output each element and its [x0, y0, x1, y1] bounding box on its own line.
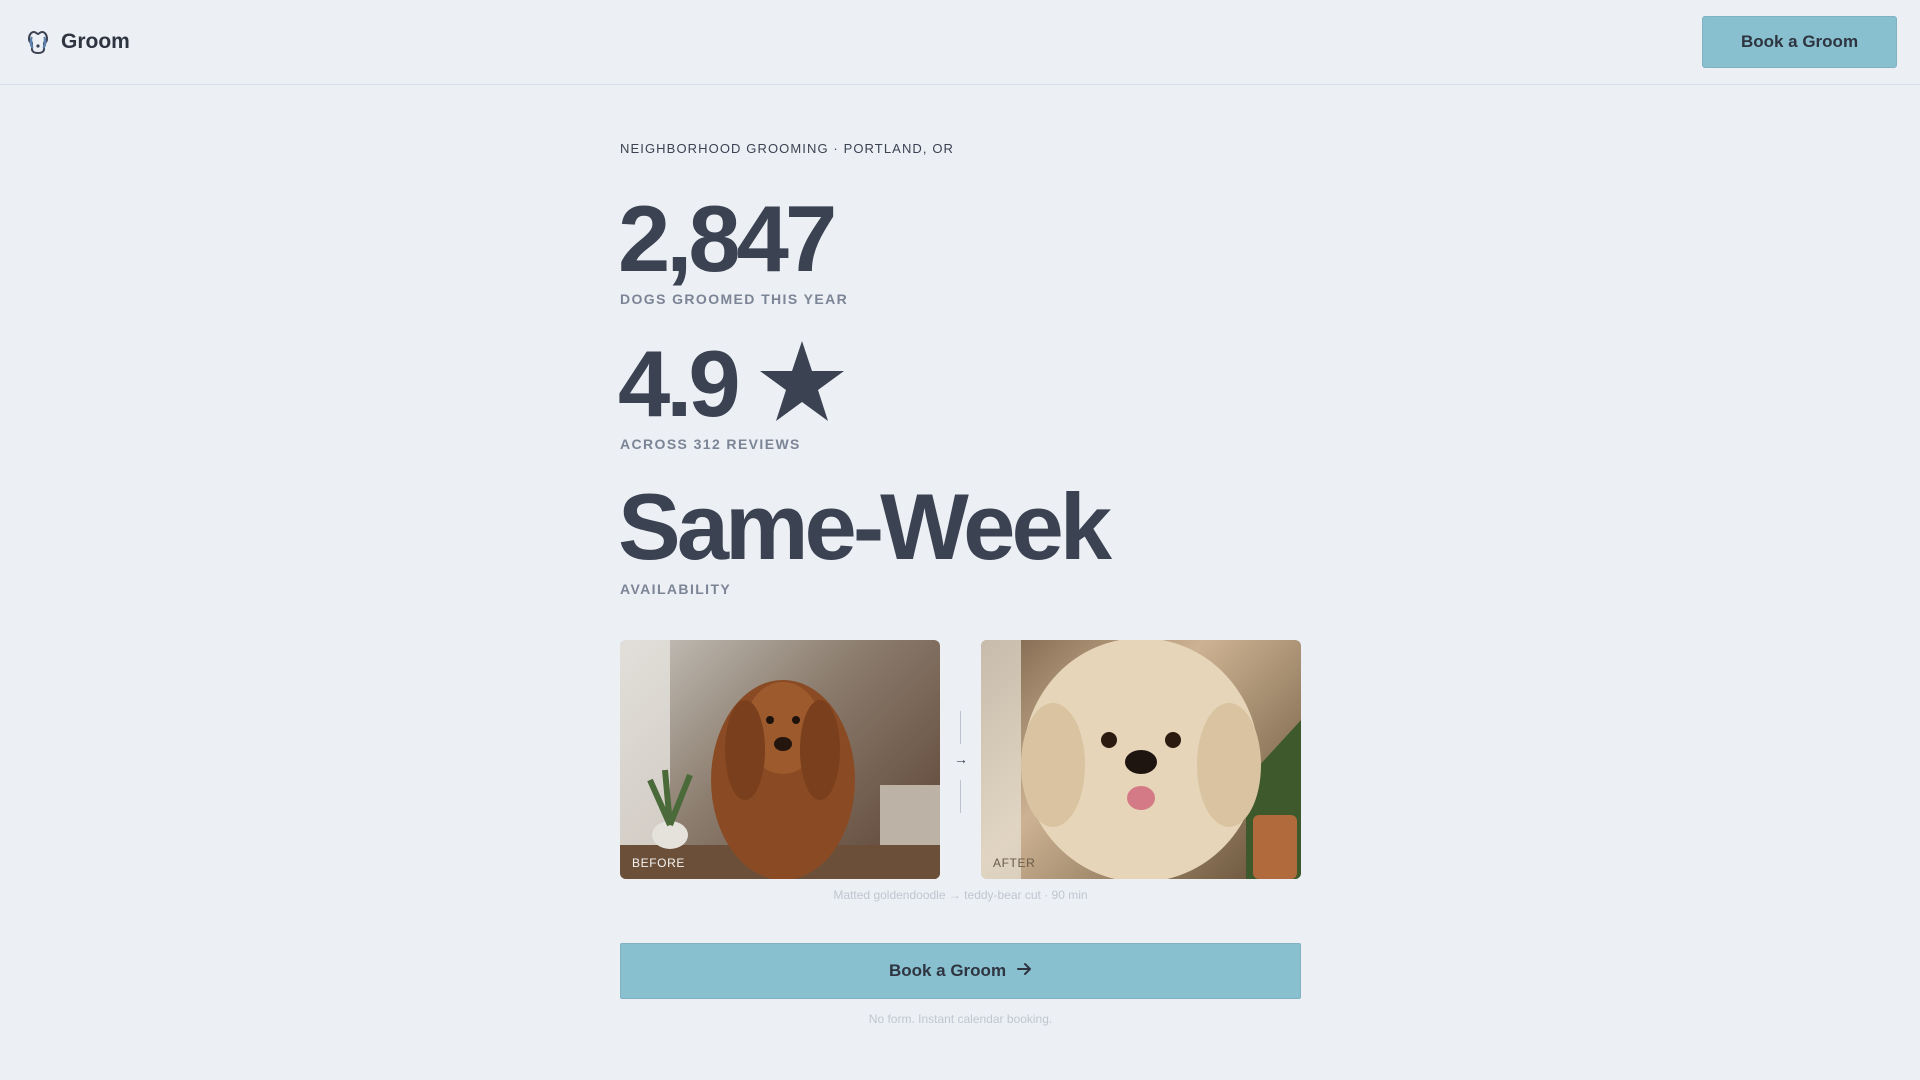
before-after-gallery: BEFORE → AFTER: [620, 640, 1301, 879]
before-label: BEFORE: [632, 856, 685, 870]
site-header: Groom Book a Groom: [0, 0, 1920, 85]
brand[interactable]: Groom: [25, 29, 130, 55]
after-label: AFTER: [993, 856, 1036, 870]
star-icon: [759, 339, 845, 438]
book-groom-button[interactable]: Book a Groom: [620, 943, 1301, 999]
book-groom-label: Book a Groom: [888, 961, 1007, 980]
dog-icon: [25, 29, 51, 55]
eyebrow: NEIGHBORHOOD GROOMING · PORTLAND, OR: [620, 141, 955, 156]
stat-availability-label: AVAILABILITY: [620, 581, 732, 597]
header-book-button[interactable]: Book a Groom: [1702, 15, 1897, 68]
arrow-right-icon: [1016, 961, 1032, 982]
divider-line-bottom: [960, 780, 961, 813]
stat-dogs-groomed-label: DOGS GROOMED THIS YEAR: [620, 291, 849, 307]
gallery-caption: Matted goldendoodle → teddy-bear cut · 9…: [833, 888, 1088, 902]
booking-note: No form. Instant calendar booking.: [868, 1012, 1053, 1026]
arrow-right-icon: →: [954, 751, 968, 767]
stat-rating: 4.9: [618, 337, 845, 438]
before-photo: BEFORE: [620, 640, 940, 879]
stat-rating-label: ACROSS 312 REVIEWS: [620, 436, 801, 452]
stat-dogs-groomed-value: 2,847: [618, 186, 837, 291]
stat-rating-value: 4.9: [618, 331, 741, 436]
after-photo: AFTER: [981, 640, 1301, 879]
stat-availability-value: Same-Week: [618, 474, 1112, 579]
divider-line-top: [960, 711, 961, 744]
brand-name: Groom: [61, 30, 130, 53]
